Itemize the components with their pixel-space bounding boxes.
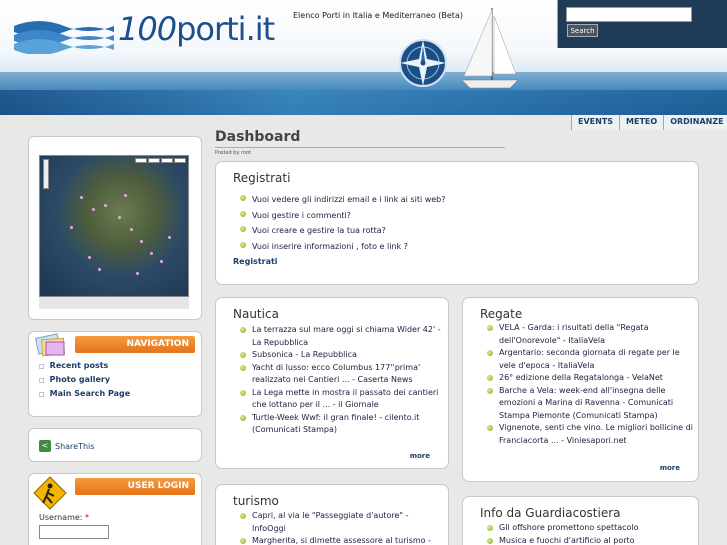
map-pin[interactable] <box>124 194 127 197</box>
page-title: Dashboard <box>215 129 301 145</box>
user-login-block: USER LOGIN Username: * <box>28 473 202 545</box>
news-link[interactable]: Subsonica - La Repubblica <box>240 349 444 362</box>
news-link[interactable]: Gli offshore promettono spettacolo <box>487 522 699 535</box>
news-link[interactable]: La Lega mette in mostra il passato dei c… <box>240 387 444 412</box>
news-link[interactable]: Capri, al via le "Passeggiate d'autore" … <box>240 510 444 535</box>
site-logo[interactable]: 100porti.it <box>118 10 275 48</box>
news-link[interactable]: La terrazza sul mare oggi si chiama Wide… <box>240 324 444 349</box>
logo-number: 100 <box>118 10 177 48</box>
construction-sign-icon <box>33 476 67 510</box>
top-navigation: EVENTS METEO ORDINANZE <box>571 115 727 130</box>
news-link[interactable]: Turtle-Week Wwf: il gran finale! - cilen… <box>240 412 444 437</box>
compass-rose-icon <box>399 39 447 87</box>
news-link[interactable]: VELA - Garda: i risultati della "Regata … <box>487 322 699 347</box>
regate-panel: Regate VELA - Garda: i risultati della "… <box>462 297 699 482</box>
nav-link-recent-posts[interactable]: Recent posts <box>39 361 130 370</box>
map-type-button[interactable] <box>161 158 173 163</box>
map-pin[interactable] <box>88 256 91 259</box>
map-zoom-control[interactable] <box>43 159 49 189</box>
ports-map[interactable] <box>39 155 189 297</box>
header-sea-banner-lower <box>0 90 727 115</box>
list-item: Vuoi vedere gli indirizzi email e i link… <box>240 192 446 208</box>
user-login-title: USER LOGIN <box>75 478 195 495</box>
logo-waves-icon[interactable] <box>14 14 114 54</box>
nautica-list: La terrazza sul mare oggi si chiama Wide… <box>240 324 444 437</box>
news-link[interactable]: Vignenote, senti che vino. Le migliori b… <box>487 422 699 447</box>
username-label-text: Username: <box>39 513 83 522</box>
logo-text: porti.it <box>176 10 275 48</box>
sailboat-icon <box>461 8 519 89</box>
map-pin[interactable] <box>130 228 133 231</box>
guardiacostiera-list: Gli offshore promettono spettacolo Music… <box>487 522 699 545</box>
map-pin[interactable] <box>98 268 101 271</box>
nav-link-photo-gallery[interactable]: Photo gallery <box>39 375 130 384</box>
map-type-controls[interactable] <box>135 158 186 163</box>
registrati-heading: Registrati <box>233 171 291 185</box>
search-area: Search <box>557 0 727 48</box>
regate-list: VELA - Garda: i risultati della "Regata … <box>487 322 699 447</box>
posted-by: Posted by root <box>215 150 252 156</box>
map-pin[interactable] <box>136 272 139 275</box>
registrati-panel: Registrati Vuoi vedere gli indirizzi ema… <box>215 161 699 285</box>
required-mark: * <box>85 513 90 522</box>
registrati-link[interactable]: Registrati <box>233 257 278 266</box>
news-link[interactable]: Musica e fuochi d'artificio al porto <box>487 535 699 545</box>
registrati-list: Vuoi vedere gli indirizzi email e i link… <box>240 192 446 254</box>
map-pin[interactable] <box>118 216 121 219</box>
map-pin[interactable] <box>104 204 107 207</box>
map-pin[interactable] <box>80 196 83 199</box>
navigation-block: NAVIGATION Recent posts Photo gallery Ma… <box>28 331 202 417</box>
search-input[interactable] <box>566 7 692 22</box>
news-link[interactable]: Barche a Vela: week-end all'insegna dell… <box>487 385 699 423</box>
username-label: Username: * <box>39 513 89 522</box>
list-item: Vuoi gestire i commenti? <box>240 208 446 224</box>
map-pin[interactable] <box>168 236 171 239</box>
map-footer-strip <box>39 297 189 309</box>
site-tagline: Elenco Porti in Italia e Mediterraneo (B… <box>293 11 463 20</box>
share-this-link[interactable]: < ShareThis <box>39 440 94 452</box>
list-item: Vuoi creare e gestire la tua rotta? <box>240 223 446 239</box>
site-header: 100porti.it Elenco Porti in Italia e Med… <box>0 0 727 115</box>
navigation-title: NAVIGATION <box>75 336 195 353</box>
share-label: ShareThis <box>55 441 95 451</box>
map-pin[interactable] <box>150 252 153 255</box>
nautica-heading: Nautica <box>233 307 279 321</box>
map-pin[interactable] <box>70 226 73 229</box>
list-item: Vuoi inserire informazioni , foto e link… <box>240 239 446 255</box>
nav-events[interactable]: EVENTS <box>571 115 620 130</box>
guardiacostiera-heading: Info da Guardiacostiera <box>480 506 621 520</box>
turismo-panel: turismo Capri, al via le "Passeggiate d'… <box>215 484 449 545</box>
news-link[interactable]: 26° edizione della Regatalonga - VelaNet <box>487 372 699 385</box>
map-pin[interactable] <box>160 260 163 263</box>
share-block: < ShareThis <box>28 428 202 462</box>
map-type-button[interactable] <box>148 158 160 163</box>
regate-more-link[interactable]: more <box>660 464 680 472</box>
news-link[interactable]: Argentario: seconda giornata di regate p… <box>487 347 699 372</box>
map-type-button[interactable] <box>135 158 147 163</box>
nav-link-main-search[interactable]: Main Search Page <box>39 389 131 398</box>
guardiacostiera-panel: Info da Guardiacostiera Gli offshore pro… <box>462 496 699 545</box>
username-input[interactable] <box>39 525 109 539</box>
nav-meteo[interactable]: METEO <box>619 115 664 130</box>
share-icon: < <box>39 440 51 452</box>
navigation-list: Recent posts Photo gallery Main Search P… <box>39 361 131 403</box>
search-button[interactable]: Search <box>567 24 598 37</box>
title-divider <box>215 147 505 148</box>
turismo-heading: turismo <box>233 494 279 508</box>
regate-heading: Regate <box>480 307 523 321</box>
turismo-list: Capri, al via le "Passeggiate d'autore" … <box>240 510 444 545</box>
news-link[interactable]: Yacht di lusso: ecco Columbus 177''prima… <box>240 362 444 387</box>
windows-stack-icon <box>34 333 66 357</box>
nautica-more-link[interactable]: more <box>410 452 430 460</box>
map-pin[interactable] <box>140 240 143 243</box>
nav-ordinanze[interactable]: ORDINANZE <box>663 115 727 130</box>
map-type-button[interactable] <box>174 158 186 163</box>
map-block <box>28 136 202 320</box>
nautica-panel: Nautica La terrazza sul mare oggi si chi… <box>215 297 449 469</box>
map-pin[interactable] <box>92 208 95 211</box>
news-link[interactable]: Margherita, si dimette assessore al turi… <box>240 535 444 545</box>
